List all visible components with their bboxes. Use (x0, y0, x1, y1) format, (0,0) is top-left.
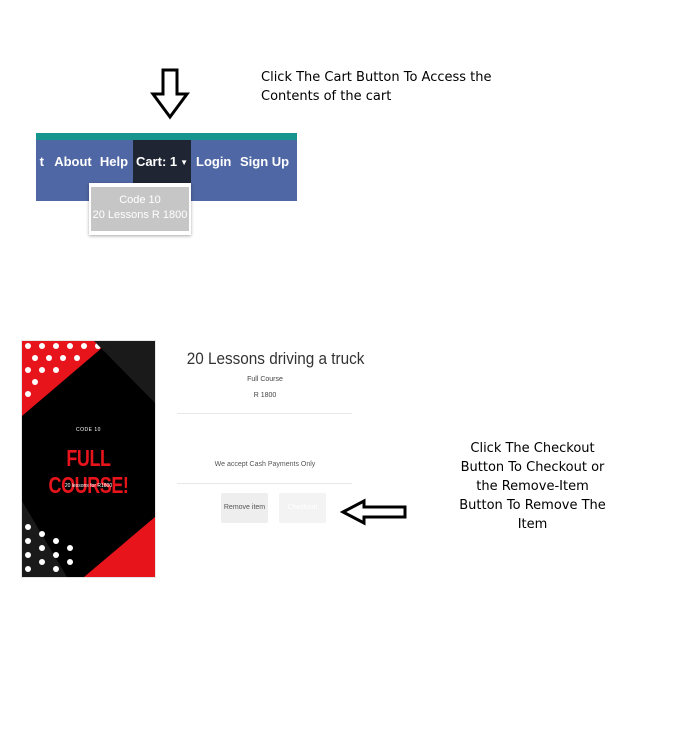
nav-item-signup[interactable]: Sign Up (240, 140, 289, 183)
navbar-top-strip (36, 133, 297, 140)
poster-code: CODE 10 (76, 427, 101, 433)
instruction-cart-note: Click The Cart Button To Access the Cont… (261, 70, 492, 104)
caret-down-icon: ▼ (180, 158, 189, 168)
cart-item-code: Code 10 (119, 194, 161, 206)
course-poster-image: CODE 10 FULL COURSE! 20 lessons for R180… (21, 340, 156, 578)
poster-title: FULL COURSE! (48, 445, 129, 498)
nav-item-partial[interactable]: t (36, 140, 44, 183)
cart-label: Cart: 1 (135, 154, 178, 169)
payment-note: We accept Cash Payments Only (214, 461, 316, 468)
arrow-down-icon (150, 68, 190, 120)
product-title: 20 Lessons driving a truck (186, 349, 365, 368)
arrow-left-icon (340, 498, 407, 526)
nav-item-about[interactable]: About (54, 140, 92, 183)
cart-button[interactable]: Cart: 1 ▼ (133, 140, 191, 183)
instruction-checkout-note: Click The Checkout Button To Checkout or… (459, 441, 606, 532)
nav-item-login[interactable]: Login (196, 140, 231, 183)
cart-item-description: 20 Lessons R 1800 (92, 209, 188, 221)
product-price: R 1800 (253, 392, 277, 399)
divider (177, 413, 352, 414)
product-type: Full Course (247, 376, 283, 383)
divider (177, 483, 352, 484)
cart-dropdown: Code 10 20 Lessons R 1800 (89, 183, 191, 235)
remove-item-button[interactable]: Remove item (221, 493, 268, 523)
cart-dropdown-item[interactable]: Code 10 20 Lessons R 1800 (91, 187, 189, 231)
poster-subtitle: 20 lessons for R1800 (64, 483, 113, 489)
checkout-button[interactable]: Checkout (279, 493, 326, 523)
nav-item-help[interactable]: Help (99, 140, 129, 183)
